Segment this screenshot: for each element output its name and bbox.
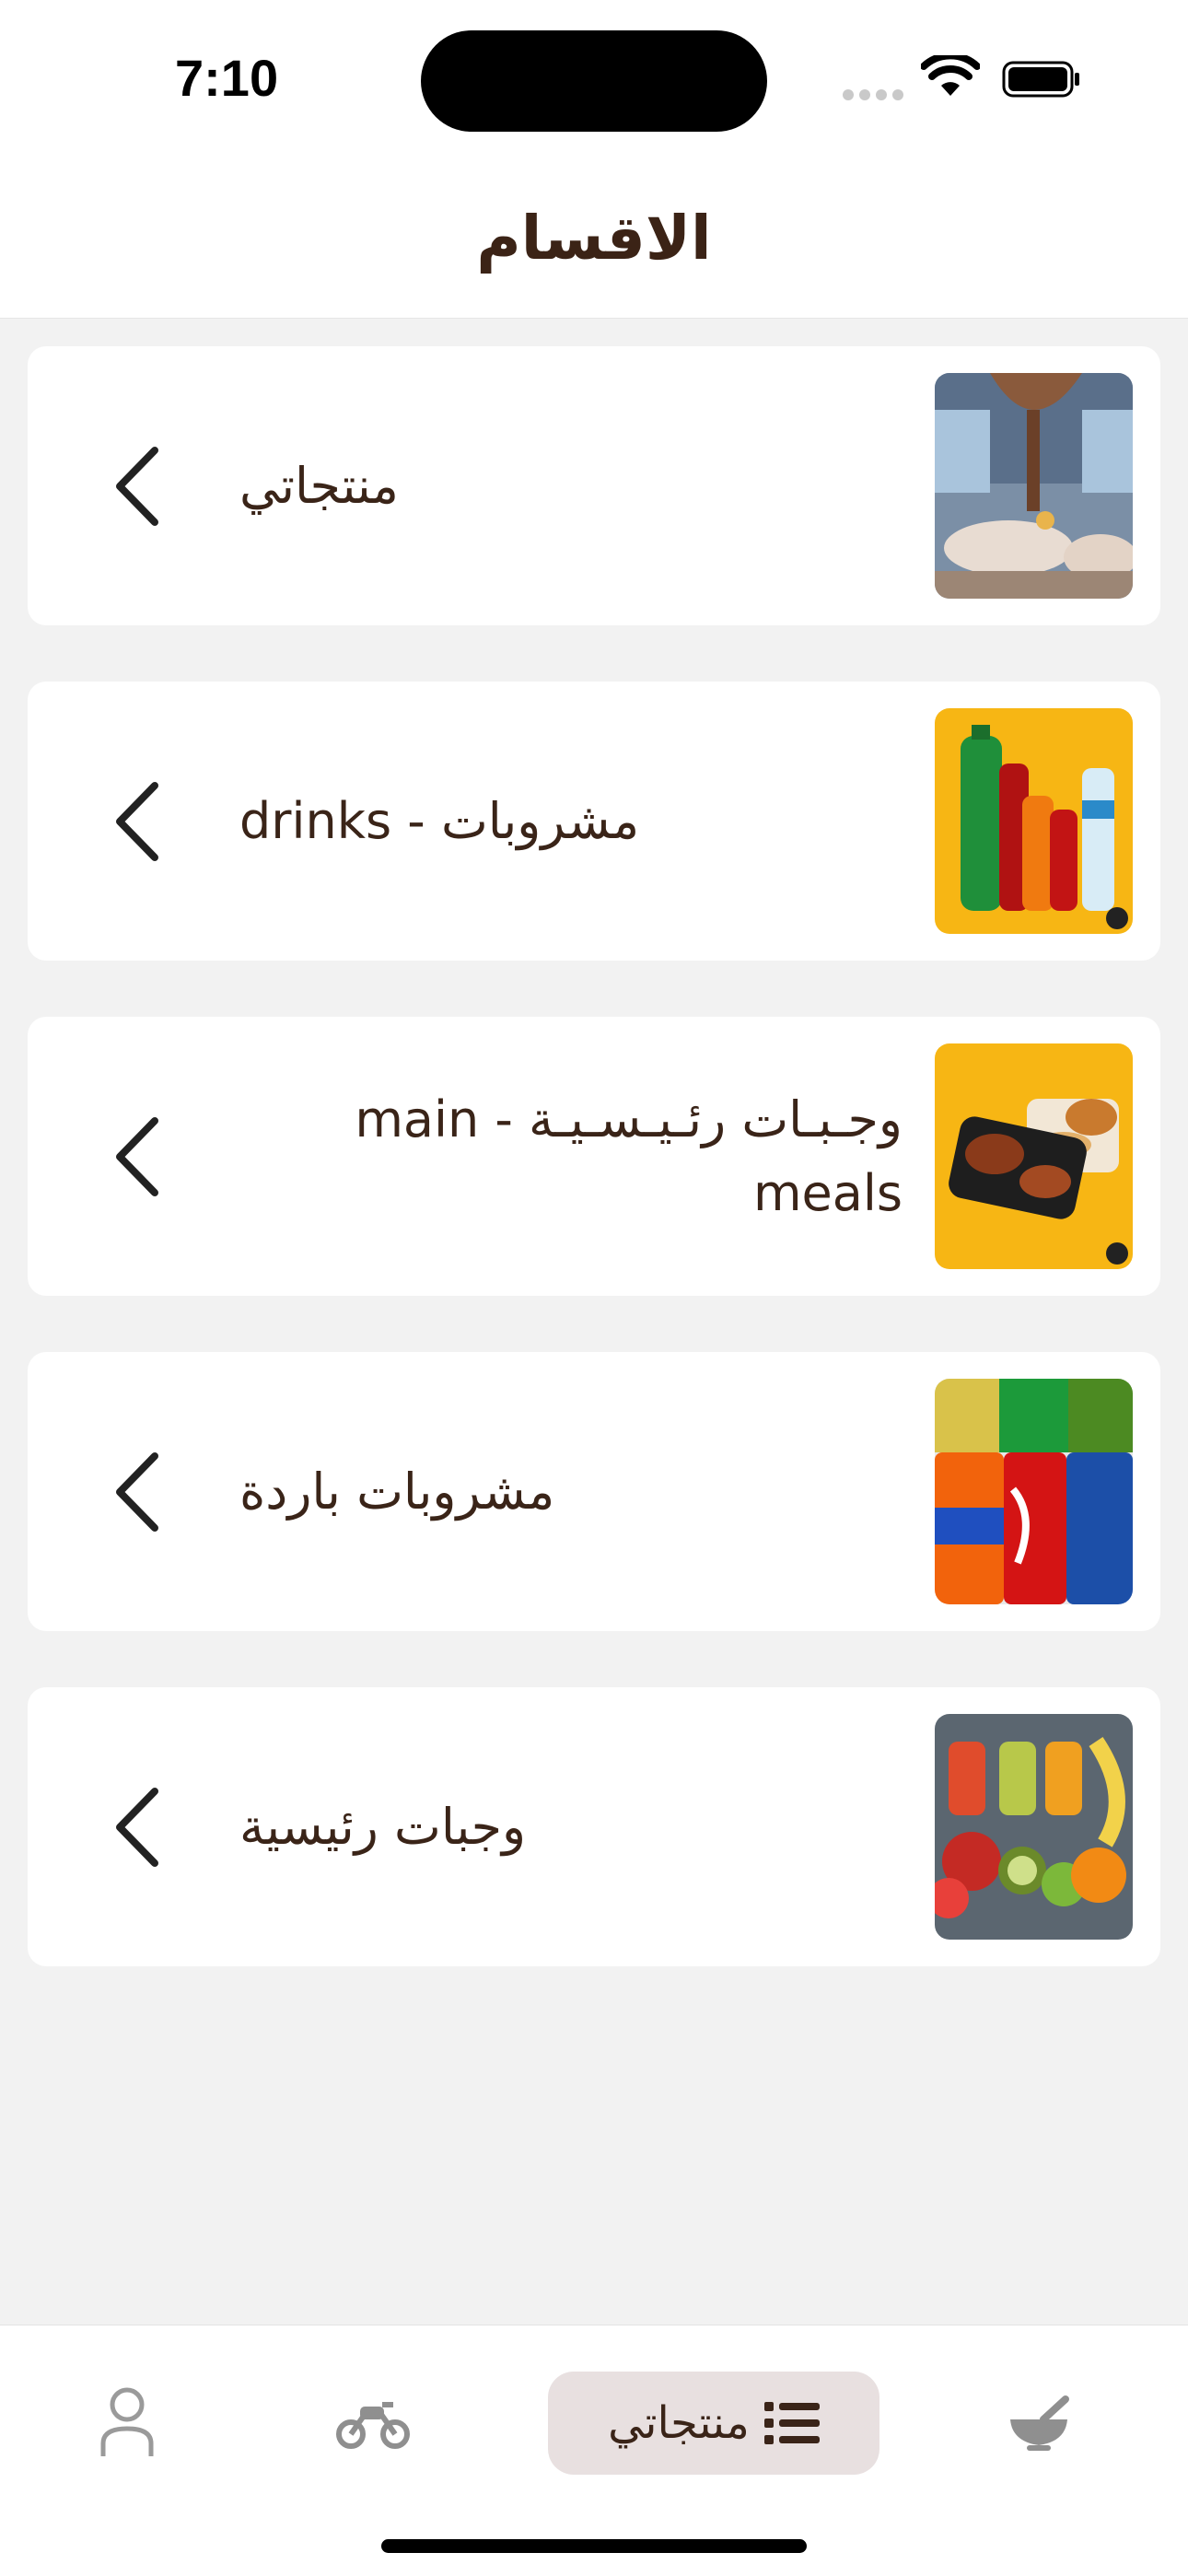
tab-my-products-label: منتجاتي (608, 2397, 750, 2449)
category-card[interactable]: وجـبـات رئـيـسـيـة - main meals (28, 1017, 1160, 1296)
page-title: الاقسام (476, 203, 712, 274)
status-bar: 7:10 (0, 0, 1188, 161)
page-header: الاقسام (0, 161, 1188, 319)
wifi-icon (921, 55, 980, 96)
category-card[interactable]: مشروبات - drinks (28, 682, 1160, 961)
home-indicator (381, 2539, 807, 2553)
mortar-icon (1010, 2395, 1069, 2451)
chevron-left-icon (116, 1117, 158, 1196)
category-image-soda-cans (935, 1379, 1133, 1604)
category-label: وجبات رئيسية (239, 1797, 527, 1856)
category-label: مشروبات باردة (239, 1462, 555, 1521)
category-label: مشروبات - drinks (239, 791, 640, 850)
profile-icon (100, 2387, 154, 2456)
tab-delivery[interactable] (332, 2372, 414, 2475)
chevron-left-icon (116, 1788, 158, 1867)
status-time: 7:10 (175, 49, 279, 107)
dynamic-island (421, 30, 767, 132)
signal-icon (843, 87, 909, 104)
category-card[interactable]: مشروبات باردة (28, 1352, 1160, 1631)
category-list: منتجاتي مشروبات - drinks وجـبـات رئـيـسـ… (28, 346, 1160, 2022)
category-image-drinks (935, 708, 1133, 934)
chevron-left-icon (116, 447, 158, 526)
category-label: وجـبـات رئـيـسـيـة - main meals (355, 1090, 903, 1222)
category-card[interactable]: وجبات رئيسية (28, 1687, 1160, 1966)
chevron-left-icon (116, 782, 158, 861)
tab-menu[interactable] (1002, 2372, 1076, 2475)
category-card[interactable]: منتجاتي (28, 346, 1160, 625)
list-icon (763, 2402, 820, 2444)
tab-profile[interactable] (90, 2372, 164, 2475)
tab-my-products[interactable]: منتجاتي (548, 2372, 879, 2475)
category-label: منتجاتي (239, 456, 399, 515)
category-image-restaurant (935, 373, 1133, 599)
motorcycle-icon (336, 2402, 410, 2449)
battery-icon (1002, 61, 1079, 98)
chevron-left-icon (116, 1452, 158, 1532)
category-image-main-meals (935, 1043, 1133, 1269)
category-image-fruits (935, 1714, 1133, 1940)
